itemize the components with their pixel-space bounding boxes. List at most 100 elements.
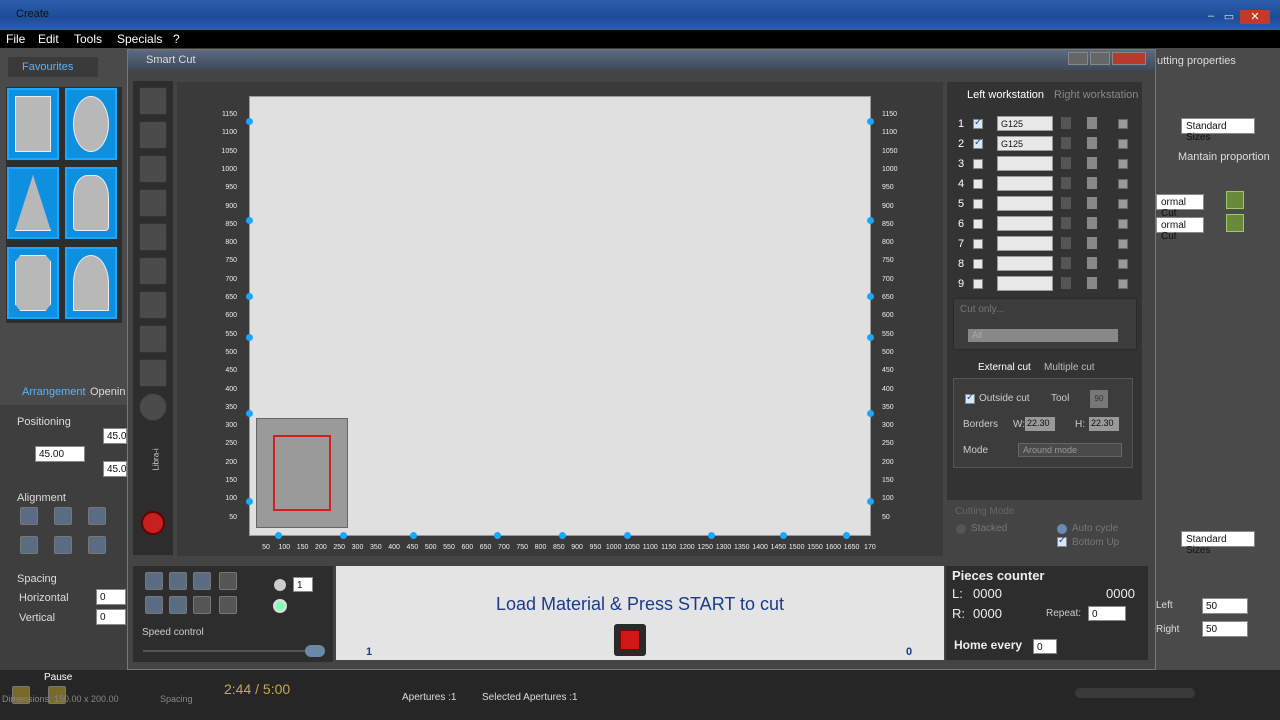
outside-cut-checkbox[interactable] [965,392,975,404]
row-select-box[interactable] [1118,219,1128,229]
grid-icon[interactable] [139,155,167,183]
smartcut-close-icon[interactable] [1112,52,1146,65]
move-up-right-icon[interactable] [193,572,211,590]
row-stack-icon[interactable] [1086,116,1098,130]
move-up-left-icon[interactable] [145,572,163,590]
edge-handle[interactable] [494,532,501,539]
row-material-input[interactable] [997,236,1053,251]
left-value-input[interactable]: 50 [1202,598,1248,614]
positioning-input[interactable]: 45.00 [35,446,85,462]
align-horizontal-icon[interactable] [88,507,106,525]
align-middle-icon[interactable] [54,536,72,554]
auto-cycle-radio[interactable] [1057,524,1067,534]
hand-icon[interactable] [139,223,167,251]
row-select-box[interactable] [1118,179,1128,189]
bottom-up-checkbox[interactable] [1057,535,1067,547]
row-material-input[interactable] [997,156,1053,171]
edge-handle[interactable] [246,410,253,417]
row-checkbox[interactable] [973,137,983,149]
shape-triangle[interactable] [7,167,59,239]
cut-only-select[interactable]: All [968,329,1118,342]
power-icon[interactable] [141,511,165,535]
counter-input[interactable]: 1 [293,577,313,592]
blank-tool-icon[interactable] [139,359,167,387]
cut-tool-icon-2[interactable] [1226,214,1244,232]
row-stack-icon[interactable] [1086,256,1098,270]
menu-specials[interactable]: Specials [117,32,162,46]
row-material-input[interactable] [997,196,1053,211]
blank-icon-2[interactable] [193,596,211,614]
row-stack-icon[interactable] [1086,176,1098,190]
edge-handle[interactable] [780,532,787,539]
positioning-input-top[interactable]: 45.0 [103,428,127,444]
edge-handle[interactable] [867,293,874,300]
row-stack-icon[interactable] [1086,136,1098,150]
edge-handle[interactable] [624,532,631,539]
row-select-box[interactable] [1118,159,1128,169]
standard-sizes-select-2[interactable]: Standard Sizes [1181,531,1255,556]
magic-wand-icon[interactable] [139,189,167,217]
home-every-input[interactable]: 0 [1033,639,1057,654]
row-material-input[interactable] [997,176,1053,191]
smartcut-maximize-icon[interactable] [1090,52,1110,65]
row-select-box[interactable] [1118,119,1128,129]
close-icon[interactable]: ✕ [1240,10,1270,24]
row-spin-icon[interactable] [1060,276,1072,290]
shape-oval[interactable] [65,88,117,160]
row-material-input[interactable] [997,216,1053,231]
move-up-icon[interactable] [169,572,187,590]
positioning-input-bottom[interactable]: 45.0 [103,461,127,477]
cut-tool-icon-1[interactable] [1226,191,1244,209]
next-icon[interactable] [169,596,187,614]
zoom-slider[interactable] [1075,688,1195,698]
right-value-input[interactable]: 50 [1202,621,1248,637]
row-checkbox[interactable] [973,117,983,129]
minimize-icon[interactable]: ‒ [1202,10,1220,24]
row-material-input[interactable]: G125 [997,136,1053,151]
prev-icon[interactable] [145,596,163,614]
row-stack-icon[interactable] [1086,216,1098,230]
row-spin-icon[interactable] [1060,176,1072,190]
edge-handle[interactable] [410,532,417,539]
menu-tools[interactable]: Tools [74,32,102,46]
row-select-box[interactable] [1118,279,1128,289]
row-checkbox[interactable] [973,179,983,189]
shape-arched-notched[interactable] [65,167,117,239]
smartcut-minimize-icon[interactable] [1068,52,1088,65]
material-piece[interactable] [256,418,348,528]
tab-external-cut[interactable]: External cut [978,362,1031,373]
start-button[interactable] [614,624,646,656]
edge-handle[interactable] [867,334,874,341]
mode-select[interactable]: Around mode [1018,443,1122,457]
blank-icon-1[interactable] [219,572,237,590]
edge-handle[interactable] [843,532,850,539]
shape-rectangle[interactable] [7,88,59,160]
maintain-proportion-label[interactable]: Mantain proportion [1178,151,1270,163]
folder-icon[interactable] [139,121,167,149]
row-stack-icon[interactable] [1086,196,1098,210]
row-spin-icon[interactable] [1060,116,1072,130]
edge-handle[interactable] [246,118,253,125]
tab-arrangement[interactable]: Arrangement [22,386,86,398]
align-center-icon[interactable] [20,507,38,525]
tab-multiple-cut[interactable]: Multiple cut [1044,362,1095,373]
row-stack-icon[interactable] [1086,156,1098,170]
align-vertical-icon[interactable] [54,507,72,525]
crosshair-icon[interactable] [139,87,167,115]
tab-opening[interactable]: Openin [90,386,125,398]
row-material-input[interactable]: G125 [997,116,1053,131]
edge-handle[interactable] [867,410,874,417]
normal-cut-select-1[interactable]: ormal Cut [1156,194,1204,219]
menu-edit[interactable]: Edit [38,32,59,46]
shape-arch[interactable] [65,247,117,319]
row-checkbox[interactable] [973,239,983,249]
tab-favourites[interactable]: Favourites [8,57,98,77]
vertical-spacing-input[interactable]: 0 [96,609,126,625]
speed-slider-handle[interactable] [305,645,325,657]
edge-handle[interactable] [246,217,253,224]
row-select-box[interactable] [1118,259,1128,269]
edge-handle[interactable] [275,532,282,539]
gear-icon[interactable] [139,291,167,319]
maximize-icon[interactable]: ▭ [1220,10,1238,24]
row-material-input[interactable] [997,276,1053,291]
